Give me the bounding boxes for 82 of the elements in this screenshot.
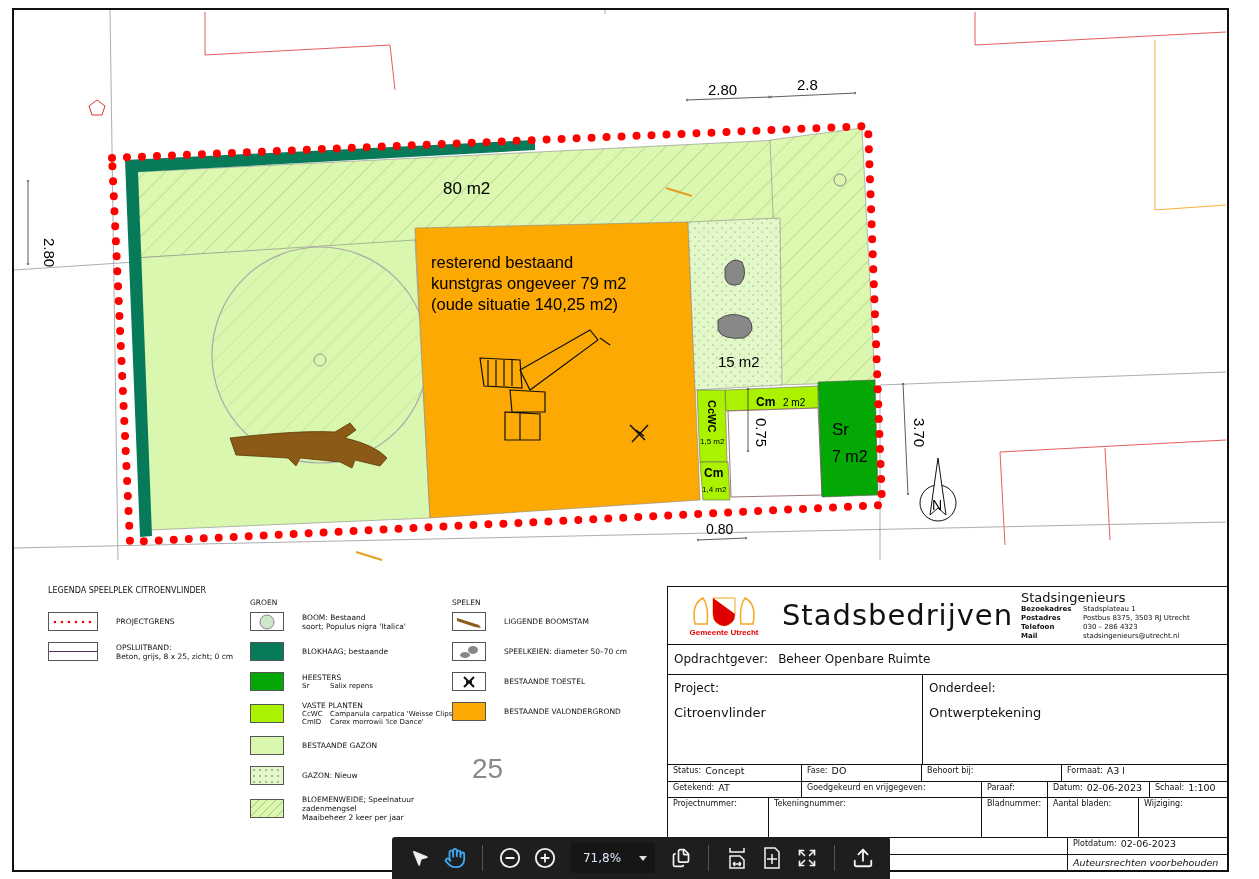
field-label: Wijziging: <box>1144 799 1183 809</box>
dotted-line-icon <box>53 619 93 624</box>
legend-swatch <box>250 672 284 691</box>
area-label: 80 m2 <box>443 179 491 198</box>
field-label: Tekeningnummer: <box>774 799 846 809</box>
field-value: 02-06-2023 <box>1120 838 1176 850</box>
area-label: 15 m2 <box>718 353 760 370</box>
copyright-notice: Auteursrechten voorbehouden <box>1067 855 1227 870</box>
tree-icon <box>833 173 847 187</box>
department-name: Stadsingenieurs <box>1021 589 1127 605</box>
legend-swatch <box>250 799 284 818</box>
play-equipment-icon <box>462 674 476 689</box>
field-label: Onderdeel: <box>929 681 997 696</box>
pentagon-marker <box>88 99 106 116</box>
dimension-label: 3.70 <box>911 418 928 448</box>
field-value: Concept <box>705 765 745 776</box>
field-value: A3 l <box>1106 765 1125 776</box>
swing-icon <box>665 187 693 197</box>
dimension-label: 2.8 <box>797 76 818 93</box>
field-value: 1:100 <box>1188 781 1216 793</box>
boulder-icon <box>717 314 753 339</box>
plant-code: Cm <box>756 395 776 409</box>
legend-swatch <box>452 702 486 721</box>
zoom-out-icon <box>499 847 522 869</box>
field-label: Plotdatum: <box>1073 839 1117 849</box>
field-label: Opdrachtgever: <box>674 652 769 667</box>
fit-page-icon <box>762 847 781 869</box>
legend-swatch <box>250 642 284 661</box>
fullscreen-icon <box>796 848 817 868</box>
dimension-label: 2.80 <box>41 238 58 268</box>
zoom-in-icon <box>534 847 557 869</box>
dimension-label: 2.80 <box>708 81 738 98</box>
tree-icon <box>259 613 275 630</box>
field-value: Beheer Openbare Ruimte <box>778 652 931 667</box>
field-label: Schaal: <box>1155 782 1185 792</box>
tree-trunk-icon <box>313 353 327 367</box>
field-value: Ontwerptekening <box>929 705 1043 721</box>
legend-title: LEGENDA SPEELPLEK CITROENVLINDER <box>48 586 208 595</box>
plant-code: Sr <box>832 420 849 439</box>
area-label: 1,4 m2 <box>702 485 727 494</box>
field-label: Status: <box>673 766 702 775</box>
area-label: 1,5 m2 <box>700 437 725 446</box>
dimension-label: 0.75 <box>753 418 770 448</box>
plot-number: 25 <box>472 753 505 785</box>
caret-icon <box>639 855 648 861</box>
legend-swatch <box>250 766 284 785</box>
zoom-level-dropdown[interactable]: 71,8% <box>570 843 656 873</box>
field-label: Goedgekeurd en vrijgegeven: <box>807 782 926 792</box>
area-label: 2 m2 <box>783 397 806 408</box>
legend-swatch <box>250 704 284 723</box>
north-arrow-drawing <box>919 457 957 522</box>
play-equipment-icon <box>629 424 649 443</box>
field-label: Paraaf: <box>987 782 1015 792</box>
field-value: 02-06-2023 <box>1086 781 1142 793</box>
north-label: N <box>932 497 943 513</box>
boulder-icon <box>458 644 480 659</box>
pages-icon <box>670 848 691 868</box>
legend-swatch <box>48 642 98 661</box>
swing-icon <box>355 551 383 561</box>
field-label: Projectnummer: <box>673 799 737 809</box>
playground-note: resterend bestaand kunstgras ongeveer 79 m2 (oude situatie 140,25 m2) <box>431 253 627 313</box>
field-label: Behoort bij: <box>927 766 974 775</box>
fit-width-icon <box>727 847 746 869</box>
area-label: 7 m2 <box>832 448 868 465</box>
plant-code: CcWC <box>706 400 718 433</box>
hand-icon <box>443 847 466 869</box>
field-label: Datum: <box>1053 782 1083 792</box>
field-label: Aantal bladen: <box>1053 799 1112 809</box>
field-value: DO <box>831 765 847 776</box>
legend-swatch <box>250 736 284 755</box>
field-value: Citroenvlinder <box>674 705 767 721</box>
field-label: Project: <box>674 681 721 696</box>
company-name: Stadsbedrijven <box>780 598 1015 633</box>
field-label: Getekend: <box>673 782 715 792</box>
dimension-label: 0.80 <box>706 521 734 537</box>
upload-icon <box>851 847 874 869</box>
field-label: Formaat: <box>1067 766 1103 775</box>
field-label: Fase: <box>807 766 828 775</box>
field-label: Bladnummer: <box>987 799 1042 809</box>
field-value: AT <box>718 781 730 793</box>
plant-code: Cm <box>704 466 724 480</box>
municipality-name: Gemeente Utrecht <box>689 627 759 637</box>
